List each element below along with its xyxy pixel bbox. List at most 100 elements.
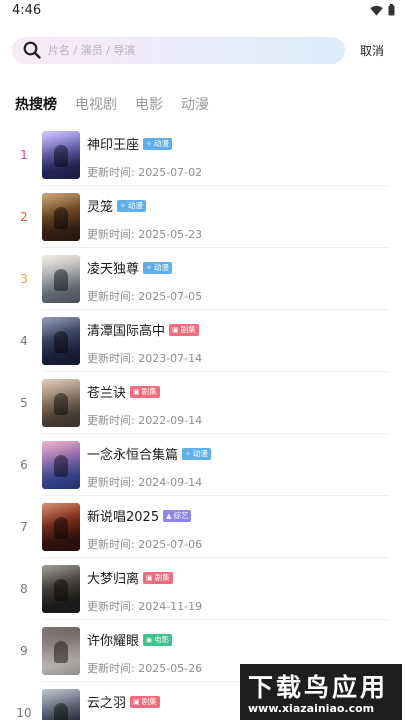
watermark-url: www.xiazainiao.com bbox=[248, 702, 375, 715]
item-title: 一念永恒合集篇 bbox=[87, 448, 179, 463]
poster-thumbnail[interactable] bbox=[42, 379, 80, 427]
search-input[interactable] bbox=[48, 37, 328, 64]
item-title: 清潭国际高中 bbox=[87, 324, 166, 339]
update-time-label: 更新时间: bbox=[87, 414, 135, 427]
poster-thumbnail[interactable] bbox=[42, 689, 80, 720]
category-tag: ▣ 剧集 bbox=[143, 571, 173, 584]
battery-icon bbox=[388, 4, 395, 16]
category-tag-label: 剧集 bbox=[141, 697, 157, 706]
status-icons bbox=[370, 4, 395, 16]
title-line: 一念永恒合集篇 ✧ 动漫 bbox=[87, 444, 211, 463]
title-line: 神印王座 ✧ 动漫 bbox=[87, 134, 172, 153]
category-tag-label: 综艺 bbox=[173, 511, 189, 520]
drama-tag-icon: ▣ bbox=[133, 387, 140, 396]
update-time-value: 2025-07-05 bbox=[138, 290, 203, 303]
item-title: 云之羽 bbox=[87, 696, 127, 711]
tab-movies[interactable]: 电影 bbox=[135, 94, 163, 114]
anime-tag-icon: ✧ bbox=[146, 139, 152, 148]
tab-hot-search[interactable]: 热搜榜 bbox=[15, 94, 57, 114]
rank-number: 5 bbox=[20, 396, 28, 410]
rank-number: 10 bbox=[16, 706, 32, 720]
anime-tag-icon: ✧ bbox=[146, 263, 152, 272]
list-item[interactable]: 6 一念永恒合集篇 ✧ 动漫 更新时间: 2024-09-14 bbox=[0, 434, 405, 496]
status-time: 4:46 bbox=[12, 3, 42, 18]
category-tag-label: 电影 bbox=[154, 635, 170, 644]
update-time-value: 2024-09-14 bbox=[138, 476, 203, 489]
category-tag-label: 动漫 bbox=[153, 139, 169, 148]
item-title: 灵笼 bbox=[87, 200, 114, 215]
search-bar[interactable] bbox=[12, 37, 345, 64]
poster-thumbnail[interactable] bbox=[42, 503, 80, 551]
list-item[interactable]: 7 新说唱2025 ▲ 综艺更新时间: 2025-07-06 bbox=[0, 496, 405, 558]
item-title: 许你耀眼 bbox=[87, 634, 140, 649]
list-item[interactable]: 1 神印王座 ✧ 动漫 更新时间: 2025-07-02 bbox=[0, 124, 405, 186]
list-item[interactable]: 2 灵笼 ✧ 动漫 更新时间: 2025-05-23 bbox=[0, 186, 405, 248]
item-title: 神印王座 bbox=[87, 138, 140, 153]
variety-tag-icon: ▲ bbox=[166, 511, 172, 520]
rank-number: 7 bbox=[20, 520, 28, 534]
list-item[interactable]: 8 大梦归离 ▣ 剧集更新时间: 2024-11-19 bbox=[0, 558, 405, 620]
poster-thumbnail[interactable] bbox=[42, 441, 80, 489]
title-line: 大梦归离 ▣ 剧集 bbox=[87, 568, 173, 587]
update-time-value: 2024-11-19 bbox=[138, 600, 203, 613]
title-line: 苍兰诀 ▣ 剧集 bbox=[87, 382, 160, 401]
update-time-label: 更新时间: bbox=[87, 538, 135, 551]
poster-thumbnail[interactable] bbox=[42, 193, 80, 241]
poster-thumbnail[interactable] bbox=[42, 565, 80, 613]
update-time: 更新时间: 2023-07-14 bbox=[87, 350, 202, 366]
poster-shine bbox=[42, 627, 80, 675]
item-title: 新说唱2025 bbox=[87, 510, 160, 525]
movie-tag-icon: ◉ bbox=[146, 635, 153, 644]
poster-shine bbox=[42, 503, 80, 551]
category-tag-label: 剧集 bbox=[141, 387, 157, 396]
category-tag: ▣ 剧集 bbox=[169, 323, 199, 336]
poster-shine bbox=[42, 255, 80, 303]
title-line: 灵笼 ✧ 动漫 bbox=[87, 196, 146, 215]
title-line: 凌天独尊 ✧ 动漫 bbox=[87, 258, 172, 277]
poster-thumbnail[interactable] bbox=[42, 317, 80, 365]
update-time-label: 更新时间: bbox=[87, 662, 135, 675]
item-title: 大梦归离 bbox=[87, 572, 140, 587]
category-tag-label: 动漫 bbox=[153, 263, 169, 272]
update-time-value: 2025-05-23 bbox=[138, 228, 203, 241]
poster-thumbnail[interactable] bbox=[42, 255, 80, 303]
item-title: 苍兰诀 bbox=[87, 386, 127, 401]
list-item[interactable]: 4 清潭国际高中 ▣ 剧集 更新时间: 2023-07-14 bbox=[0, 310, 405, 372]
update-time: 更新时间: 2024-09-14 bbox=[87, 474, 202, 490]
anime-tag-icon: ✧ bbox=[120, 201, 126, 210]
list-item[interactable]: 3 凌天独尊 ✧ 动漫 更新时间: 2025-07-05 bbox=[0, 248, 405, 310]
category-tag-label: 剧集 bbox=[180, 325, 196, 334]
rank-number: 8 bbox=[20, 582, 28, 596]
poster-shine bbox=[42, 379, 80, 427]
ranking-list: 1 神印王座 ✧ 动漫 更新时间: 2025-07-02 2 灵笼 ✧ 动漫 更新时间: 2025… bbox=[0, 124, 405, 720]
title-line: 许你耀眼 ◉ 电影 bbox=[87, 630, 173, 649]
category-tag: ✧ 动漫 bbox=[143, 137, 172, 150]
search-screen: 4:46 取消 热搜榜 电视剧 电影 动漫 1神印王座✧动漫更新时间: 2025… bbox=[0, 0, 405, 720]
update-time-value: 2025-07-06 bbox=[138, 538, 203, 551]
category-tabs: 热搜榜 电视剧 电影 动漫 bbox=[15, 94, 227, 114]
rank-number: 2 bbox=[20, 210, 28, 224]
cancel-button[interactable]: 取消 bbox=[360, 42, 384, 59]
poster-thumbnail[interactable] bbox=[42, 627, 80, 675]
tab-tv-series[interactable]: 电视剧 bbox=[75, 94, 117, 114]
poster-shine bbox=[42, 131, 80, 179]
update-time-value: 2025-07-02 bbox=[138, 166, 203, 179]
category-tag: ✧ 动漫 bbox=[182, 447, 211, 460]
tab-anime[interactable]: 动漫 bbox=[181, 94, 209, 114]
update-time-label: 更新时间: bbox=[87, 228, 135, 241]
status-bar: 4:46 bbox=[0, 0, 405, 24]
drama-tag-icon: ▣ bbox=[146, 573, 153, 582]
poster-shine bbox=[42, 565, 80, 613]
update-time-label: 更新时间: bbox=[87, 290, 135, 303]
watermark-logo: 下载鸟应用 www.xiazainiao.com bbox=[240, 664, 402, 720]
category-tag: ▣ 剧集 bbox=[130, 385, 160, 398]
update-time-label: 更新时间: bbox=[87, 600, 135, 613]
search-icon bbox=[23, 41, 42, 64]
update-time-label: 更新时间: bbox=[87, 166, 135, 179]
update-time-label: 更新时间: bbox=[87, 476, 135, 489]
poster-thumbnail[interactable] bbox=[42, 131, 80, 179]
update-time: 更新时间: 2022-09-14 bbox=[87, 412, 202, 428]
update-time: 更新时间: 2025-05-26 bbox=[87, 660, 202, 676]
watermark-title: 下载鸟应用 bbox=[248, 673, 389, 702]
list-item[interactable]: 5 苍兰诀 ▣ 剧集 更新时间: 2022-09-14 bbox=[0, 372, 405, 434]
